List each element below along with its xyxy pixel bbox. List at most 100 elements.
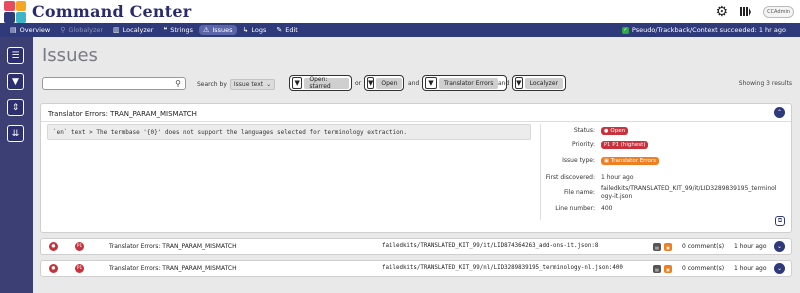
filter-localyzer[interactable]: ▼ Localyzer xyxy=(512,75,566,91)
type-label: Issue type: xyxy=(562,157,595,164)
app-logo[interactable] xyxy=(4,0,26,23)
app-title: Command Center xyxy=(32,2,192,21)
nav-label: Globalyzer xyxy=(68,26,104,34)
issue-message: `en` text > The termbase '{0}' does not … xyxy=(47,124,531,140)
filter-label: Translator Errors xyxy=(439,77,499,89)
file-value-line1: failedkits/TRANSLATED_KIT_99/it/LID32898… xyxy=(601,185,777,192)
file-value-line2: ogy-it.json xyxy=(601,193,633,200)
file-label: File name: xyxy=(564,189,595,196)
filter-open-starred[interactable]: ▼ Open: starred xyxy=(289,75,352,91)
status-value: Open xyxy=(610,128,626,134)
row-comments[interactable]: 0 comment(s) xyxy=(682,265,724,272)
list-icon[interactable]: ☰ xyxy=(7,47,24,64)
priority-icon: P1 xyxy=(75,242,84,251)
nav-localyzer[interactable]: ▥ Localyzer xyxy=(109,25,157,35)
nav-overview[interactable]: ▤ Overview xyxy=(6,25,54,35)
localyzer-icon: ▤ xyxy=(653,265,661,273)
open-circle-icon: ● xyxy=(604,128,609,134)
row-age: 1 hour ago xyxy=(734,243,767,250)
nav-issues[interactable]: ⚠ Issues xyxy=(199,25,237,35)
discovered-label: First discovered: xyxy=(545,174,595,181)
issue-card-expanded: Translator Errors: TRAN_PARAM_MISMATCH ⌃… xyxy=(40,103,792,233)
sort-icon[interactable]: ⇕ xyxy=(7,99,24,116)
globalyzer-icon: ⚲ xyxy=(60,25,66,34)
result-count: Showing 3 results xyxy=(738,80,792,87)
nav-edit[interactable]: ✎ Edit xyxy=(272,25,301,35)
row-title: Translator Errors: TRAN_PARAM_MISMATCH xyxy=(109,265,237,272)
search-by-select[interactable]: Issue text ⌄ xyxy=(229,79,276,90)
left-rail: ☰ ▼ ⇕ ⇊ xyxy=(0,37,33,293)
filter-conjunction: or xyxy=(355,80,362,87)
status-label: Status: xyxy=(573,127,595,134)
search-by: Search by Issue text ⌄ xyxy=(197,79,276,90)
open-status-icon: ● xyxy=(49,242,58,251)
nav-status: ✓ Pseudo/Trackback/Context succeeded: 1 … xyxy=(621,23,786,37)
priority-icon: P1 xyxy=(604,142,611,148)
priority-badge[interactable]: P1 P1 (highest) xyxy=(601,141,649,149)
filter-icon[interactable]: ▼ xyxy=(7,73,24,90)
nav-label: Strings xyxy=(170,26,194,34)
chevron-up-icon[interactable]: ⌃ xyxy=(774,107,785,118)
discovered-value: 1 hour ago xyxy=(601,174,634,181)
divider xyxy=(41,121,791,122)
line-label: Line number: xyxy=(555,205,595,212)
collapse-all-icon[interactable]: ⇊ xyxy=(7,125,24,142)
translator-icon: ▣ xyxy=(664,243,672,251)
user-menu[interactable]: CCAdmin xyxy=(763,5,794,18)
edit-icon: ✎ xyxy=(276,25,283,34)
nav-label: Localyzer xyxy=(122,26,154,34)
translator-icon: ▣ xyxy=(664,265,672,273)
top-bar: Command Center ⚙ CCAdmin xyxy=(0,0,800,23)
table-row[interactable]: ● P1 Translator Errors: TRAN_PARAM_MISMA… xyxy=(40,238,792,255)
row-age: 1 hour ago xyxy=(734,265,767,272)
funnel-icon: ▼ xyxy=(292,77,303,89)
strings-icon: ❝ xyxy=(163,25,168,34)
nav-label: Logs xyxy=(251,26,267,34)
chevron-down-icon: ⌄ xyxy=(266,81,272,88)
line-value: 400 xyxy=(601,205,613,212)
filter-conjunction: and xyxy=(408,80,420,87)
nav-globalyzer[interactable]: ⚲ Globalyzer xyxy=(56,25,107,35)
library-icon[interactable] xyxy=(740,7,752,16)
main-nav: ▤ Overview ⚲ Globalyzer ▥ Localyzer ❝ String… xyxy=(0,23,800,37)
open-status-icon: ● xyxy=(49,264,58,273)
status-badge[interactable]: ● Open xyxy=(601,127,629,135)
check-icon: ✓ xyxy=(621,26,629,34)
divider xyxy=(540,124,541,220)
type-badge[interactable]: ▣ Translator Errors xyxy=(601,157,659,165)
nav-label: Overview xyxy=(19,26,51,34)
search-input[interactable]: ⚲ xyxy=(42,77,186,90)
translator-icon: ▣ xyxy=(604,158,609,164)
row-file: failedkits/TRANSLATED_KIT_99/nl/LID32898… xyxy=(382,265,623,271)
table-row[interactable]: ● P1 Translator Errors: TRAN_PARAM_MISMA… xyxy=(40,260,792,277)
localyzer-icon: ▥ xyxy=(113,25,120,34)
nav-label: Edit xyxy=(285,26,298,34)
priority-label: Priority: xyxy=(572,141,595,148)
funnel-icon: ▼ xyxy=(367,77,375,89)
type-value: Translator Errors xyxy=(610,158,656,164)
localyzer-icon: ▤ xyxy=(653,243,661,251)
filter-label: Localyzer xyxy=(524,77,563,89)
issue-title: Translator Errors: TRAN_PARAM_MISMATCH xyxy=(48,110,197,118)
gear-icon[interactable]: ⚙ xyxy=(716,4,729,20)
filter-translator-errors[interactable]: ▼ Translator Errors xyxy=(422,75,507,91)
nav-logs[interactable]: ↳ Logs xyxy=(239,25,271,35)
status-text: Pseudo/Trackback/Context succeeded: 1 hr… xyxy=(631,26,786,34)
row-comments[interactable]: 0 comment(s) xyxy=(682,243,724,250)
copy-icon[interactable]: ⧉ xyxy=(775,216,785,226)
funnel-icon: ▼ xyxy=(515,77,523,89)
row-title: Translator Errors: TRAN_PARAM_MISMATCH xyxy=(109,243,237,250)
priority-value: P1 (highest) xyxy=(612,142,646,148)
chevron-down-icon[interactable]: ⌄ xyxy=(774,241,785,252)
row-file: failedkits/TRANSLATED_KIT_99/it/LID87436… xyxy=(382,243,599,249)
nav-label: Issues xyxy=(212,26,233,34)
search-by-value: Issue text xyxy=(233,81,264,88)
page-title: Issues xyxy=(42,45,98,66)
search-icon[interactable]: ⚲ xyxy=(175,79,181,88)
filter-open[interactable]: ▼ Open xyxy=(364,75,404,91)
priority-icon: P1 xyxy=(75,264,84,273)
search-by-label: Search by xyxy=(197,81,227,88)
filter-label: Open: starred xyxy=(304,76,349,90)
nav-strings[interactable]: ❝ Strings xyxy=(159,25,197,35)
chevron-down-icon[interactable]: ⌄ xyxy=(774,263,785,274)
